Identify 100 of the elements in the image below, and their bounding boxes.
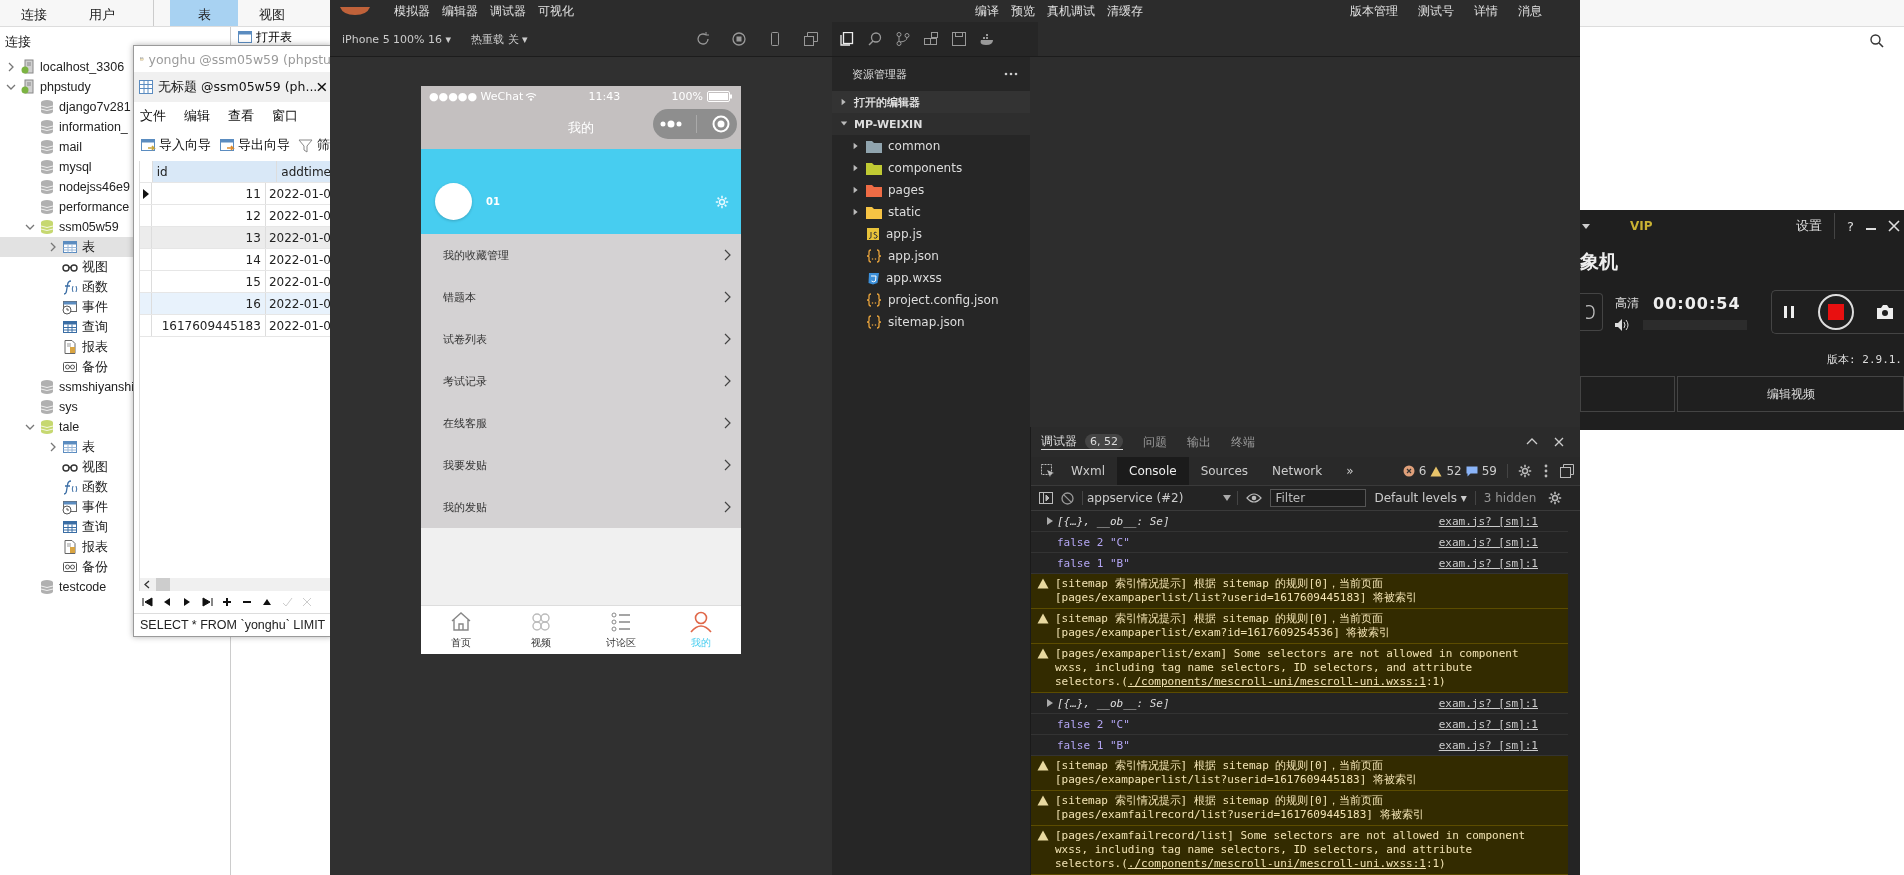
blocks-icon[interactable] — [924, 32, 938, 46]
levels-dropdown[interactable]: Default levels ▾ — [1374, 491, 1476, 505]
tree-item[interactable]: 事件 — [0, 497, 133, 517]
panel-tab[interactable]: 调试器 6, 52 — [1041, 434, 1123, 450]
devtools-tab[interactable]: Sources — [1188, 457, 1261, 485]
tree-item[interactable]: ssmshiyanshi — [0, 377, 133, 397]
source-link[interactable]: exam.js? [sm]:1 — [1438, 514, 1538, 528]
tree-item[interactable]: sys — [0, 397, 133, 417]
stop-recording-button[interactable] — [1818, 294, 1854, 330]
toolbar-button[interactable]: 版本管理 — [1350, 2, 1398, 20]
branch-icon[interactable] — [896, 32, 910, 46]
tree-item[interactable]: 备份 — [0, 357, 133, 377]
tree-item[interactable]: 视图 — [0, 257, 133, 277]
chevron-up-icon[interactable] — [1526, 437, 1538, 445]
windows-icon[interactable] — [804, 32, 818, 46]
expand-arrow-icon[interactable] — [1047, 517, 1053, 525]
devtools-tab[interactable]: Console — [1117, 457, 1189, 485]
dropdown-arrow-icon[interactable] — [1582, 223, 1590, 229]
search-icon[interactable] — [1870, 34, 1884, 48]
phone-icon[interactable] — [768, 32, 782, 46]
chevron-down-icon[interactable] — [25, 222, 35, 232]
file-item[interactable]: sitemap.json — [832, 311, 1030, 333]
more-icon[interactable] — [1004, 72, 1018, 76]
tree-item[interactable]: 报表 — [0, 537, 133, 557]
menu-item[interactable]: 编辑器 — [442, 2, 478, 20]
help-button[interactable]: ? — [1847, 218, 1854, 234]
device-dropdown[interactable]: iPhone 5 100% 16 ▾ — [342, 32, 452, 46]
toolbar-button[interactable]: 连接 — [0, 0, 68, 26]
toolbar-button[interactable]: 详情 — [1474, 2, 1498, 20]
menu-item[interactable]: 考试记录 — [421, 360, 741, 402]
horizontal-scrollbar[interactable] — [140, 578, 331, 591]
source-link[interactable]: exam.js? [sm]:1 — [1438, 738, 1538, 752]
chevron-right-icon[interactable] — [48, 242, 58, 252]
tree-item[interactable]: information_ — [0, 117, 133, 137]
toolbar-button[interactable]: 预览 — [1011, 2, 1035, 20]
tree-item[interactable]: mail — [0, 137, 133, 157]
sidebar-icon[interactable] — [1039, 492, 1053, 504]
panel-tab[interactable]: 问题 — [1143, 434, 1167, 450]
toolbar-button[interactable]: 导入向导 — [140, 136, 211, 154]
menu-item[interactable]: 错题本 — [421, 276, 741, 318]
menu-item[interactable]: 在线客服 — [421, 402, 741, 444]
info-count[interactable]: 59 — [1481, 464, 1497, 478]
tree-item[interactable]: performance — [0, 197, 133, 217]
tree-item[interactable]: mysql — [0, 157, 133, 177]
menu-item[interactable]: 试卷列表 — [421, 318, 741, 360]
menu-item[interactable]: 窗口 — [272, 108, 298, 125]
tab-bar-item[interactable]: 首页 — [421, 606, 501, 654]
menu-item[interactable]: 我要发贴 — [421, 444, 741, 486]
tree-item[interactable]: 视图 — [0, 457, 133, 477]
column-header[interactable]: id — [152, 161, 278, 182]
record-circle-icon[interactable] — [711, 115, 730, 133]
folder-item[interactable]: components — [832, 157, 1030, 179]
tree-item[interactable]: 备份 — [0, 557, 133, 577]
chevron-down-icon[interactable] — [25, 422, 35, 432]
menu-item[interactable]: 编辑 — [184, 108, 210, 125]
camera-icon[interactable] — [1876, 305, 1893, 319]
column-header[interactable]: addtime — [277, 161, 331, 182]
more-tabs-button[interactable]: » — [1334, 457, 1366, 485]
toolbar-button[interactable]: 导出向导 — [219, 136, 290, 154]
tab-bar-item[interactable]: 讨论区 — [581, 606, 661, 654]
stop-icon[interactable] — [732, 32, 746, 46]
tree-item[interactable]: 函数 — [0, 477, 133, 497]
chevron-right-icon[interactable] — [6, 62, 16, 72]
chevron-down-icon[interactable] — [6, 82, 16, 92]
source-link[interactable]: exam.js? [sm]:1 — [1438, 556, 1538, 570]
tree-item[interactable]: 表 — [0, 237, 133, 257]
save-icon[interactable] — [952, 32, 966, 46]
open-table-button[interactable]: 打开表 — [237, 28, 292, 46]
more-dots-icon[interactable] — [660, 120, 683, 128]
edit-video-button[interactable]: 编辑视频 — [1677, 376, 1904, 412]
error-count[interactable]: 6 — [1418, 464, 1427, 478]
menu-item[interactable]: 模拟器 — [394, 2, 430, 20]
menu-item[interactable]: 我的发贴 — [421, 486, 741, 528]
volume-icon[interactable] — [1615, 318, 1629, 331]
panel-tab[interactable]: 输出 — [1187, 434, 1211, 450]
last-record-icon[interactable] — [202, 597, 213, 607]
source-link[interactable]: exam.js? [sm]:1 — [1438, 535, 1538, 549]
toolbar-button[interactable]: 消息 — [1518, 2, 1542, 20]
menu-item[interactable]: 可视化 — [538, 2, 574, 20]
expand-arrow-icon[interactable] — [1047, 699, 1053, 707]
tree-item[interactable]: 表 — [0, 437, 133, 457]
toolbar-button[interactable]: 清缓存 — [1107, 2, 1143, 20]
tree-item[interactable]: django7v281 — [0, 97, 133, 117]
capsule-button[interactable] — [653, 109, 737, 139]
toolbar-button[interactable]: 编译 — [975, 2, 999, 20]
previous-record-icon[interactable] — [162, 597, 173, 607]
menu-item[interactable]: 查看 — [228, 108, 254, 125]
devtools-tab[interactable]: Network — [1260, 457, 1335, 485]
context-dropdown[interactable]: appservice (#2) — [1082, 491, 1239, 505]
source-link[interactable]: exam.js? [sm]:1 — [1438, 696, 1538, 710]
menu-item[interactable]: 调试器 — [490, 2, 526, 20]
devtools-tab[interactable]: Wxml — [1059, 457, 1117, 485]
section-header[interactable]: MP-WEIXIN — [832, 113, 1030, 135]
file-item[interactable]: app.json — [832, 245, 1030, 267]
tree-item[interactable]: nodejss46e9 — [0, 177, 133, 197]
first-record-icon[interactable] — [142, 597, 153, 607]
chevron-left-icon[interactable] — [144, 580, 150, 589]
hot-reload-dropdown[interactable]: 热重载 关 ▾ — [471, 31, 528, 47]
tree-item[interactable]: testcode — [0, 577, 133, 597]
file-link[interactable]: ./components/mescroll-uni/mescroll-uni.wxss:1 — [1127, 675, 1426, 688]
